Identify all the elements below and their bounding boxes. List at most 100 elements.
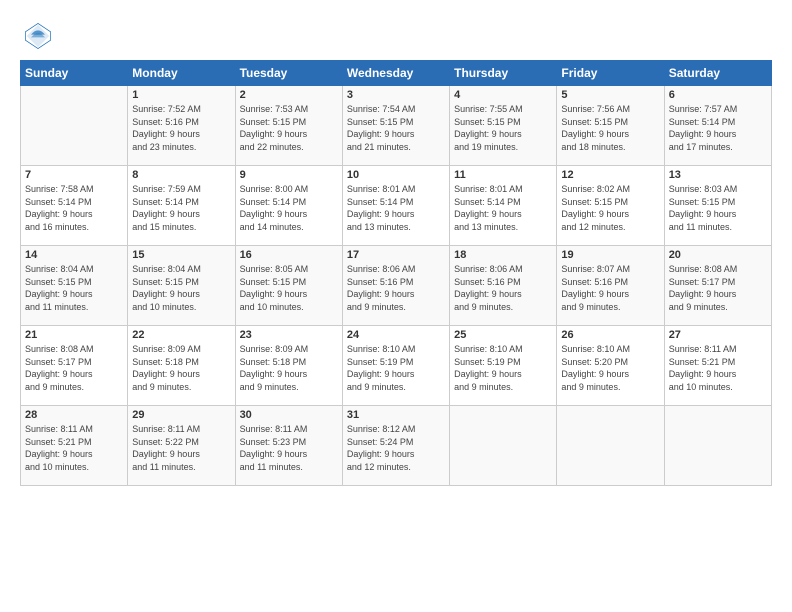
day-info-line: Daylight: 9 hours bbox=[454, 369, 522, 379]
day-number: 20 bbox=[669, 249, 767, 261]
day-info-line: Daylight: 9 hours bbox=[132, 209, 200, 219]
day-cell: 23Sunrise: 8:09 AMSunset: 5:18 PMDayligh… bbox=[235, 326, 342, 406]
day-header-tuesday: Tuesday bbox=[235, 61, 342, 86]
day-info-line: Sunset: 5:14 PM bbox=[25, 197, 92, 207]
day-info-line: Sunrise: 8:11 AM bbox=[669, 344, 737, 354]
day-info-line: Daylight: 9 hours bbox=[25, 449, 93, 459]
day-info-line: Sunset: 5:18 PM bbox=[132, 357, 199, 367]
day-info-line: Sunset: 5:14 PM bbox=[240, 197, 307, 207]
day-info-line: Sunrise: 8:07 AM bbox=[561, 264, 630, 274]
day-cell: 5Sunrise: 7:56 AMSunset: 5:15 PMDaylight… bbox=[557, 86, 664, 166]
day-cell: 20 Sunrise: 8:08 AMSunset: 5:17 PMDayligh… bbox=[664, 246, 771, 326]
day-number: 9 bbox=[240, 169, 338, 181]
day-cell: 18Sunrise: 8:06 AMSunset: 5:16 PMDayligh… bbox=[450, 246, 557, 326]
day-cell: 28 Sunrise: 8:11 AM Sunset: 5:21 PM Dayligh… bbox=[21, 406, 128, 486]
day-info-line: and 9 minutes. bbox=[25, 382, 84, 392]
day-info-line: and 17 minutes. bbox=[669, 142, 733, 152]
day-info: Sunrise: 8:03 AM Sunset: 5:15 PM Daylight:… bbox=[669, 183, 767, 233]
day-info: Sunrise: 8:11 AM Sunset: 5:21 PM Daylight:… bbox=[25, 423, 123, 473]
day-info-line: Sunset: 5:14 PM bbox=[669, 117, 736, 127]
day-info-line: Sunrise: 7:59 AM bbox=[132, 184, 201, 194]
day-info-line: and 11 minutes. bbox=[132, 462, 195, 472]
day-info-line: and 12 minutes. bbox=[347, 462, 411, 472]
day-info: Sunrise: 7:59 AMSunset: 5:14 PMDaylight:… bbox=[132, 183, 230, 233]
day-cell: 3 Sunrise: 7:54 AMSunset: 5:15 PMDaylight… bbox=[342, 86, 449, 166]
day-header-monday: Monday bbox=[128, 61, 235, 86]
day-info: Sunrise: 8:11 AMSunset: 5:21 PMDaylight:… bbox=[669, 343, 767, 393]
day-info-line: Daylight: 9 hours bbox=[25, 289, 93, 299]
day-info-line: Sunset: 5:16 PM bbox=[454, 277, 521, 287]
day-info-line: Sunset: 5:15 PM bbox=[240, 117, 307, 127]
day-number: 19 bbox=[561, 249, 659, 261]
day-info-line: Daylight: 9 hours bbox=[669, 209, 737, 219]
day-number: 10 bbox=[347, 169, 445, 181]
day-info-line: and 22 minutes. bbox=[240, 142, 304, 152]
day-info-line: Sunset: 5:21 PM bbox=[25, 437, 92, 447]
day-info-line: and 9 minutes. bbox=[454, 302, 513, 312]
day-info-line: Sunrise: 8:11 AM bbox=[240, 424, 308, 434]
day-info-line: Daylight: 9 hours bbox=[454, 289, 522, 299]
day-info-line: Sunrise: 7:57 AM bbox=[669, 104, 738, 114]
day-number: 7 bbox=[25, 169, 123, 181]
day-info-line: Daylight: 9 hours bbox=[132, 129, 200, 139]
calendar: SundayMondayTuesdayWednesdayThursdayFrid… bbox=[20, 60, 772, 486]
day-info-line: Sunset: 5:22 PM bbox=[132, 437, 199, 447]
day-info-line: Daylight: 9 hours bbox=[347, 129, 415, 139]
day-cell: 22Sunrise: 8:09 AMSunset: 5:18 PMDayligh… bbox=[128, 326, 235, 406]
day-number: 13 bbox=[669, 169, 767, 181]
day-info-line: Sunrise: 7:52 AM bbox=[132, 104, 201, 114]
day-cell: 25Sunrise: 8:10 AMSunset: 5:19 PMDayligh… bbox=[450, 326, 557, 406]
day-info-line: Sunrise: 8:06 AM bbox=[347, 264, 416, 274]
day-number: 3 bbox=[347, 89, 445, 101]
day-header-friday: Friday bbox=[557, 61, 664, 86]
day-cell: 11Sunrise: 8:01 AMSunset: 5:14 PMDayligh… bbox=[450, 166, 557, 246]
day-number: 28 bbox=[25, 409, 123, 421]
day-number: 5 bbox=[561, 89, 659, 101]
day-header-thursday: Thursday bbox=[450, 61, 557, 86]
day-info-line: Daylight: 9 hours bbox=[561, 369, 629, 379]
day-info-line: Sunset: 5:18 PM bbox=[240, 357, 307, 367]
day-number: 22 bbox=[132, 329, 230, 341]
day-info-line: Sunset: 5:14 PM bbox=[454, 197, 521, 207]
day-info-line: and 9 minutes. bbox=[132, 382, 191, 392]
day-info: Sunrise: 8:08 AMSunset: 5:17 PMDaylight:… bbox=[669, 263, 767, 313]
day-cell: 30Sunrise: 8:11 AMSunset: 5:23 PMDayligh… bbox=[235, 406, 342, 486]
day-info-line: Sunrise: 8:04 AM bbox=[132, 264, 201, 274]
day-number: 25 bbox=[454, 329, 552, 341]
day-info-line: Sunset: 5:15 PM bbox=[669, 197, 736, 207]
day-info-line: Daylight: 9 hours bbox=[240, 209, 308, 219]
day-info-line: and 10 minutes. bbox=[25, 462, 89, 472]
day-header-saturday: Saturday bbox=[664, 61, 771, 86]
day-info: Sunrise: 8:01 AMSunset: 5:14 PMDaylight:… bbox=[347, 183, 445, 233]
week-row-4: 21Sunrise: 8:08 AMSunset: 5:17 PMDayligh… bbox=[21, 326, 772, 406]
day-info-line: and 11 minutes. bbox=[240, 462, 303, 472]
day-info-line: Sunrise: 8:01 AM bbox=[347, 184, 416, 194]
day-info-line: Daylight: 9 hours bbox=[454, 209, 522, 219]
day-info-line: Daylight: 9 hours bbox=[347, 209, 415, 219]
day-info-line: Daylight: 9 hours bbox=[240, 449, 308, 459]
day-info-line: and 16 minutes. bbox=[25, 222, 89, 232]
day-info-line: and 9 minutes. bbox=[347, 302, 406, 312]
day-info: Sunrise: 7:54 AMSunset: 5:15 PMDaylight:… bbox=[347, 103, 445, 153]
day-info-line: Sunrise: 8:02 AM bbox=[561, 184, 630, 194]
day-info-line: and 9 minutes. bbox=[561, 382, 620, 392]
day-info-line: Sunrise: 8:01 AM bbox=[454, 184, 523, 194]
day-info: Sunrise: 8:05 AMSunset: 5:15 PMDaylight:… bbox=[240, 263, 338, 313]
day-number: 1 bbox=[132, 89, 230, 101]
day-info-line: Daylight: 9 hours bbox=[454, 129, 522, 139]
day-cell: 1 Sunrise: 7:52 AM Sunset: 5:16 PM Daylight… bbox=[128, 86, 235, 166]
day-number: 21 bbox=[25, 329, 123, 341]
day-info: Sunrise: 8:02 AMSunset: 5:15 PMDaylight:… bbox=[561, 183, 659, 233]
day-info-line: and 9 minutes. bbox=[454, 382, 513, 392]
day-info-line: Sunrise: 8:11 AM bbox=[25, 424, 93, 434]
day-cell: 29Sunrise: 8:11 AMSunset: 5:22 PMDayligh… bbox=[128, 406, 235, 486]
day-info-line: Daylight: 9 hours bbox=[669, 129, 737, 139]
day-info-line: Sunrise: 8:03 AM bbox=[669, 184, 738, 194]
day-number: 12 bbox=[561, 169, 659, 181]
day-info: Sunrise: 8:06 AMSunset: 5:16 PMDaylight:… bbox=[454, 263, 552, 313]
day-info-line: Sunrise: 7:55 AM bbox=[454, 104, 523, 114]
day-cell: 7Sunrise: 7:58 AMSunset: 5:14 PMDaylight… bbox=[21, 166, 128, 246]
day-cell: 31Sunrise: 8:12 AMSunset: 5:24 PMDayligh… bbox=[342, 406, 449, 486]
day-info-line: Daylight: 9 hours bbox=[561, 289, 629, 299]
day-info-line: Sunset: 5:16 PM bbox=[132, 117, 199, 127]
